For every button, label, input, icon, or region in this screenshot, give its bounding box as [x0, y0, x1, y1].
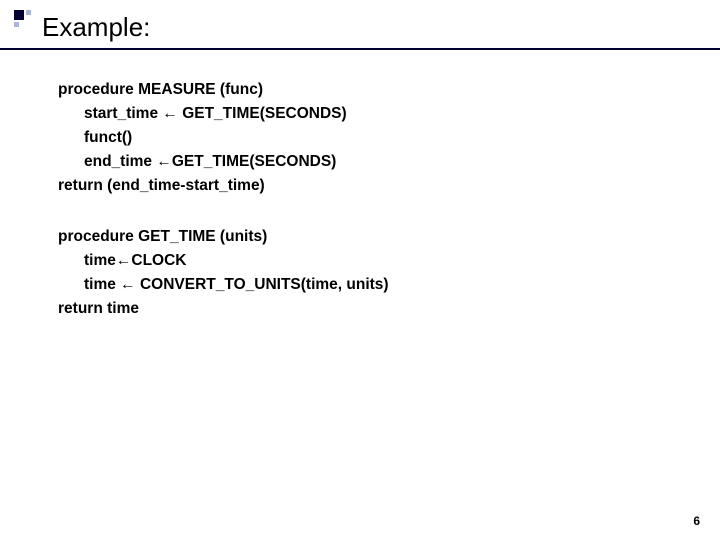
code-line: funct()	[58, 126, 347, 150]
slide-bullet-icon	[14, 10, 36, 32]
code-line: start_time ← GET_TIME(SECONDS)	[58, 102, 347, 126]
kw-return: return	[58, 177, 103, 194]
code-line: end_time ←GET_TIME(SECONDS)	[58, 150, 347, 174]
proc-name-measure: MEASURE (func)	[134, 81, 263, 98]
kw-procedure: procedure	[58, 81, 134, 98]
code-block-measure: procedure MEASURE (func) start_time ← GE…	[58, 78, 347, 198]
code-block-gettime: procedure GET_TIME (units) time←CLOCK ti…	[58, 225, 389, 321]
code-line: time ← CONVERT_TO_UNITS(time, units)	[58, 273, 389, 297]
page-number: 6	[693, 514, 700, 528]
proc-name-gettime: GET_TIME (units)	[134, 228, 267, 245]
kw-procedure: procedure	[58, 228, 134, 245]
code-line: time←CLOCK	[58, 249, 389, 273]
title-divider	[0, 48, 720, 50]
return-expr: (end_time-start_time)	[103, 177, 265, 194]
return-expr: time	[103, 300, 139, 317]
page-title: Example:	[42, 12, 150, 43]
kw-return: return	[58, 300, 103, 317]
